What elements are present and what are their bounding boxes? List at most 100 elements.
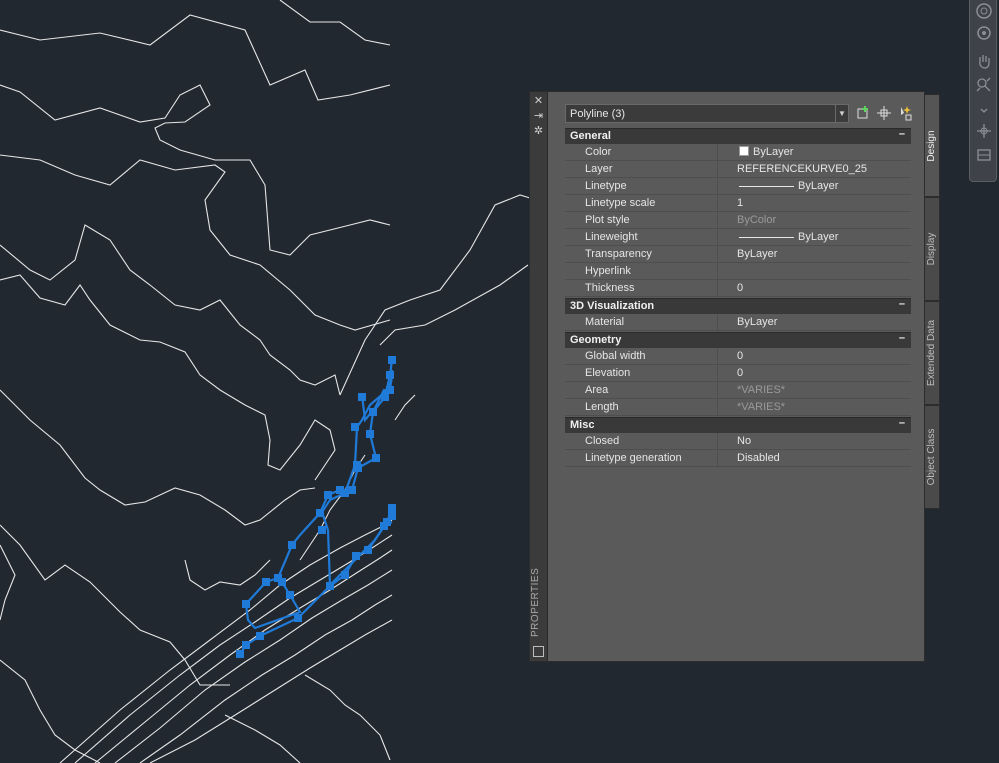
property-name: Linetype generation bbox=[585, 452, 682, 464]
property-value[interactable]: 1 bbox=[737, 197, 743, 209]
property-value[interactable]: ByLayer bbox=[737, 316, 777, 328]
property-row-lineweight[interactable]: Lineweight ByLayer bbox=[565, 229, 911, 246]
select-objects-icon[interactable] bbox=[876, 105, 892, 121]
property-name: Closed bbox=[585, 435, 620, 447]
tab-object-class[interactable]: Object Class bbox=[924, 405, 940, 509]
property-value[interactable]: ByLayer bbox=[737, 180, 838, 192]
selected-polylines[interactable] bbox=[239, 359, 394, 655]
category-geometry[interactable]: Geometry – bbox=[565, 332, 911, 348]
contour-line[interactable] bbox=[224, 714, 301, 763]
orbit-icon[interactable] bbox=[975, 24, 993, 42]
property-name: Lineweight bbox=[585, 231, 638, 243]
property-name: Linetype scale bbox=[585, 197, 656, 209]
lineweight-preview-icon bbox=[739, 236, 794, 238]
property-name: Length bbox=[585, 401, 619, 413]
contour-line[interactable] bbox=[114, 569, 393, 763]
property-row-global-width[interactable]: Global width 0 bbox=[565, 348, 911, 365]
property-value[interactable]: ByLayer bbox=[737, 231, 838, 243]
property-value[interactable]: 0 bbox=[737, 367, 743, 379]
property-value[interactable]: 0 bbox=[737, 350, 743, 362]
settings-icon[interactable]: ✲ bbox=[532, 125, 545, 137]
property-row-linetype-generation[interactable]: Linetype generation Disabled bbox=[565, 450, 911, 467]
zoom-menu-icon[interactable] bbox=[975, 100, 993, 118]
category-label: Geometry bbox=[570, 334, 622, 346]
toggle-pickadd-icon[interactable] bbox=[856, 105, 872, 121]
property-row-hyperlink[interactable]: Hyperlink bbox=[565, 263, 911, 280]
property-value[interactable]: ByLayer bbox=[737, 146, 793, 158]
contour-line[interactable] bbox=[279, 0, 391, 46]
property-row-elevation[interactable]: Elevation 0 bbox=[565, 365, 911, 382]
property-name: Transparency bbox=[585, 248, 652, 260]
property-row-material[interactable]: Material ByLayer bbox=[565, 314, 911, 331]
property-value: ByColor bbox=[737, 214, 777, 226]
property-row-plot-style[interactable]: Plot style ByColor bbox=[565, 212, 911, 229]
collapse-icon[interactable]: – bbox=[899, 417, 905, 429]
property-grid: General – Color ByLayer Layer REFERENCEK… bbox=[565, 127, 911, 467]
palette-body: Polyline (3) ▼ General – Color ByLayer L… bbox=[548, 92, 924, 661]
close-icon[interactable]: ✕ bbox=[532, 95, 545, 107]
contour-line[interactable] bbox=[149, 619, 393, 763]
property-name: Hyperlink bbox=[585, 265, 631, 277]
contour-line[interactable] bbox=[0, 274, 336, 481]
object-type-dropdown[interactable]: Polyline (3) ▼ bbox=[565, 104, 849, 123]
contour-line[interactable] bbox=[0, 389, 316, 526]
collapse-icon[interactable]: – bbox=[899, 128, 905, 140]
tab-extended-data[interactable]: Extended Data bbox=[924, 301, 940, 405]
collapse-icon[interactable]: – bbox=[899, 332, 905, 344]
property-row-length[interactable]: Length *VARIES* bbox=[565, 399, 911, 416]
collapse-icon[interactable]: – bbox=[899, 298, 905, 310]
contour-line[interactable] bbox=[0, 224, 341, 396]
quick-select-icon[interactable] bbox=[897, 105, 913, 121]
property-name: Elevation bbox=[585, 367, 631, 379]
property-name: Plot style bbox=[585, 214, 630, 226]
tab-display[interactable]: Display bbox=[924, 197, 940, 301]
property-name: Color bbox=[585, 146, 612, 158]
contour-line[interactable] bbox=[339, 194, 531, 396]
category-label: General bbox=[570, 130, 611, 142]
property-row-thickness[interactable]: Thickness 0 bbox=[565, 280, 911, 297]
autohide-icon[interactable]: ⇥ bbox=[532, 110, 545, 122]
film-strip-icon[interactable] bbox=[975, 146, 993, 164]
property-value[interactable]: Disabled bbox=[737, 452, 780, 464]
category-label: Misc bbox=[570, 419, 595, 431]
grip-points[interactable] bbox=[236, 356, 396, 658]
property-value[interactable]: 0 bbox=[737, 282, 743, 294]
contour-line[interactable] bbox=[139, 594, 393, 763]
property-value[interactable]: No bbox=[737, 435, 751, 447]
showmotion-icon[interactable] bbox=[975, 122, 993, 140]
palette-menu-icon[interactable] bbox=[533, 646, 544, 657]
pan-icon[interactable] bbox=[975, 52, 993, 70]
steering-wheel-icon[interactable] bbox=[975, 2, 993, 20]
property-row-color[interactable]: Color ByLayer bbox=[565, 144, 911, 161]
palette-title: PROPERTIES bbox=[530, 567, 541, 637]
linetype-preview-icon bbox=[739, 185, 794, 187]
property-value[interactable]: ByLayer bbox=[737, 248, 777, 260]
property-name: Material bbox=[585, 316, 625, 328]
contour-line[interactable] bbox=[394, 394, 416, 421]
contour-line[interactable] bbox=[379, 264, 529, 346]
property-row-linetype[interactable]: Linetype ByLayer bbox=[565, 178, 911, 195]
color-swatch-icon bbox=[739, 146, 749, 156]
category-3d-visualization[interactable]: 3D Visualization – bbox=[565, 298, 911, 314]
tab-design[interactable]: Design bbox=[924, 94, 940, 197]
contour-line[interactable] bbox=[0, 524, 230, 686]
property-row-closed[interactable]: Closed No bbox=[565, 433, 911, 450]
contour-line[interactable] bbox=[0, 84, 391, 256]
category-misc[interactable]: Misc – bbox=[565, 417, 911, 433]
contour-line[interactable] bbox=[184, 559, 271, 591]
zoom-extents-icon[interactable] bbox=[975, 76, 993, 94]
contour-line[interactable] bbox=[304, 674, 391, 761]
property-value[interactable]: REFERENCEKURVE0_25 bbox=[737, 163, 867, 175]
category-general[interactable]: General – bbox=[565, 128, 911, 144]
object-type-value: Polyline (3) bbox=[570, 108, 626, 120]
chevron-down-icon[interactable]: ▼ bbox=[835, 105, 848, 122]
property-row-area[interactable]: Area *VARIES* bbox=[565, 382, 911, 399]
palette-title-bar[interactable]: ✕ ⇥ ✲ PROPERTIES bbox=[530, 92, 548, 661]
contour-line[interactable] bbox=[0, 659, 101, 763]
property-row-linetype-scale[interactable]: Linetype scale 1 bbox=[565, 195, 911, 212]
property-row-layer[interactable]: Layer REFERENCEKURVE0_25 bbox=[565, 161, 911, 178]
contour-line[interactable] bbox=[0, 544, 16, 621]
category-label: 3D Visualization bbox=[570, 300, 655, 312]
property-row-transparency[interactable]: Transparency ByLayer bbox=[565, 246, 911, 263]
property-name: Layer bbox=[585, 163, 613, 175]
